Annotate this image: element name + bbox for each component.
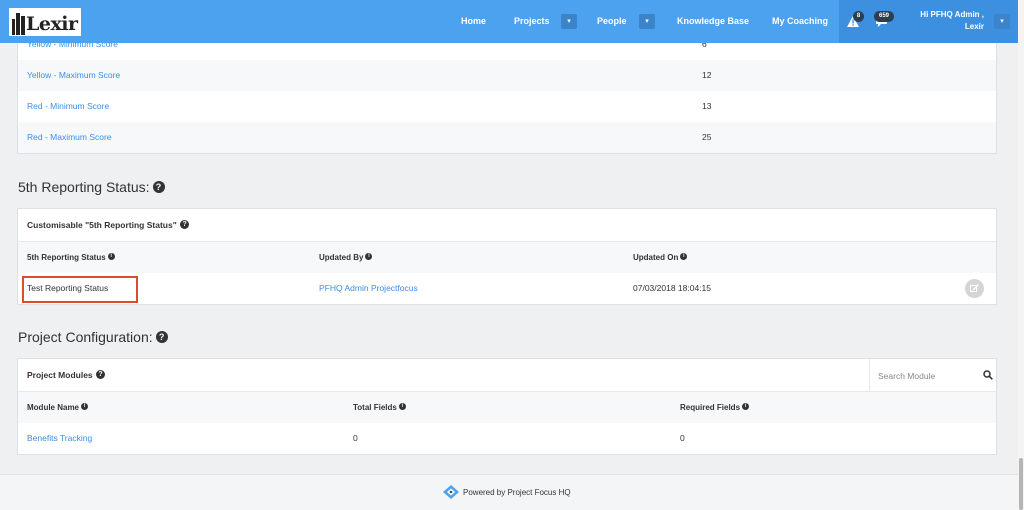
search-icon[interactable] [983,370,993,380]
edit-button[interactable] [965,279,984,298]
column-header[interactable]: Required Fields i [680,392,750,423]
nav-home[interactable]: Home [461,0,486,43]
user-dropdown-caret[interactable]: ▾ [994,14,1010,29]
nav-projects[interactable]: Projects [514,0,550,43]
score-label[interactable]: Red - Maximum Score [27,122,112,153]
panel-heading: Project Modules ? [18,359,996,392]
vertical-scrollbar[interactable] [1018,0,1024,510]
info-icon: i [398,403,406,411]
nav-my-coaching[interactable]: My Coaching [772,0,828,43]
section-title-text: 5th Reporting Status: [18,179,150,195]
projects-dropdown-caret[interactable]: ▾ [561,14,577,29]
table-row: Test Reporting Status PFHQ Admin Project… [18,273,996,304]
panel-title: Customisable "5th Reporting Status" ? [27,209,190,242]
footer-text[interactable]: Powered by Project Focus HQ [463,488,571,497]
required-fields-value: 0 [680,433,685,443]
project-modules-panel: Project Modules ? Module Namei Total Fie… [17,358,997,455]
panel-title-text: Project Modules [27,370,93,380]
table-header-row: 5th Reporting Status i Updated By i Update… [18,242,996,273]
score-thresholds-panel: Yellow - Minimum Score 6 Yellow - Maximu… [17,28,997,154]
column-header[interactable]: 5th Reporting Status i [27,242,115,273]
column-header[interactable]: Module Name i [27,392,89,423]
reporting-status-section-title: 5th Reporting Status:? [18,179,165,195]
updated-on-value: 07/03/2018 18:04:15 [633,283,711,293]
search-module-input[interactable] [878,368,978,383]
help-icon[interactable]: ? [96,370,106,380]
nav-knowledge-base[interactable]: Knowledge Base [677,0,749,43]
user-menu[interactable]: Hi PFHQ Admin , Lexir [906,9,984,33]
panel-title-text: Customisable "5th Reporting Status" [27,220,177,230]
alerts-count-badge: 8 [853,11,864,22]
score-value: 12 [702,70,712,80]
info-icon: i [81,403,89,411]
page-footer: Powered by Project Focus HQ [0,474,1018,510]
top-navbar: Lexir Home Projects ▾ People ▾ Knowledge… [0,0,1018,43]
panel-heading: Customisable "5th Reporting Status" ? [18,209,996,242]
score-value: 25 [702,132,712,142]
column-header-text: Updated On [633,253,679,262]
table-row: Benefits Tracking 0 0 [18,423,996,454]
edit-pencil-icon [970,284,979,292]
scrollbar-thumb[interactable] [1019,458,1023,510]
score-label[interactable]: Red - Minimum Score [27,91,109,122]
column-header-text: 5th Reporting Status [27,253,106,262]
table-row: Red - Maximum Score 25 [18,122,996,153]
help-icon[interactable]: ? [155,331,168,344]
help-icon[interactable]: ? [152,181,165,194]
info-icon: i [742,403,750,411]
module-name-link[interactable]: Benefits Tracking [27,423,92,454]
panel-title: Project Modules ? [27,359,106,392]
info-icon: i [365,253,373,261]
user-org: Lexir [964,22,984,31]
reporting-status-panel: Customisable "5th Reporting Status" ? 5t… [17,208,997,305]
building-logo-icon [12,13,25,35]
score-label[interactable]: Yellow - Maximum Score [27,60,120,91]
help-icon[interactable]: ? [180,220,190,230]
score-value: 13 [702,101,712,111]
user-greeting: Hi PFHQ Admin , [920,10,984,19]
section-title-text: Project Configuration: [18,329,153,345]
table-header-row: Module Name i Total Fields i Required Fiel… [18,392,996,423]
chat-count-badge: 659 [874,11,894,22]
project-focus-logo-icon [443,485,459,499]
search-module-box [869,359,997,392]
table-row: Yellow - Maximum Score 12 [18,60,996,91]
updated-by-link[interactable]: PFHQ Admin Projectfocus [319,273,418,304]
info-icon: i [680,253,688,261]
column-header-text: Updated By [319,253,364,262]
people-dropdown-caret[interactable]: ▾ [639,14,655,29]
highlight-annotation [22,276,138,303]
info-icon: i [107,253,115,261]
table-row: Red - Minimum Score 13 [18,91,996,122]
lexir-logo[interactable]: Lexir [9,8,81,36]
column-header[interactable]: Total Fields i [353,392,406,423]
column-header[interactable]: Updated On i [633,242,688,273]
column-header-text: Module Name [27,403,80,412]
nav-people[interactable]: People [597,0,627,43]
column-header-text: Required Fields [680,403,741,412]
column-header-text: Total Fields [353,403,397,412]
total-fields-value: 0 [353,433,358,443]
logo-text: Lexir [26,13,78,35]
project-config-section-title: Project Configuration:? [18,329,168,345]
column-header[interactable]: Updated By i [319,242,373,273]
